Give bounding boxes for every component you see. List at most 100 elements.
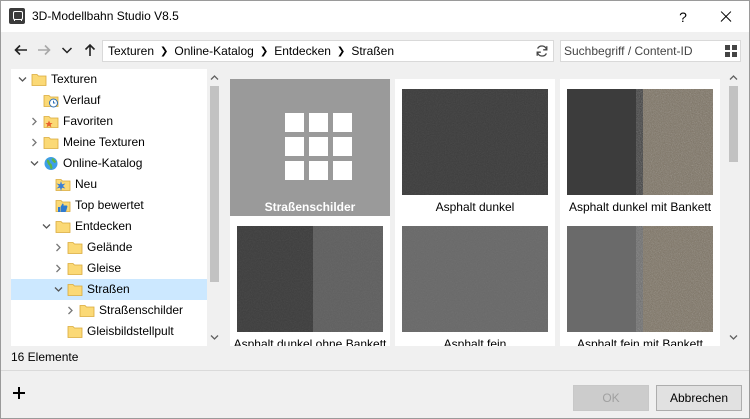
chevron-right-icon[interactable]	[52, 258, 64, 279]
scroll-down-icon[interactable]	[729, 333, 738, 342]
tile-texture[interactable]: Asphalt dunkel mit Bankett	[560, 79, 720, 221]
tree-scroll-thumb[interactable]	[210, 86, 219, 282]
recent-locations-button[interactable]	[57, 40, 77, 60]
tree-item-meine-texturen[interactable]: Meine Texturen	[11, 132, 207, 153]
tree-item-online-katalog[interactable]: Online-Katalog	[11, 153, 207, 174]
chevron-down-icon[interactable]	[40, 216, 52, 237]
scroll-down-icon[interactable]	[210, 333, 219, 342]
add-button[interactable]	[12, 386, 26, 400]
tree-item-verlauf[interactable]: Verlauf	[11, 90, 207, 111]
tree-item-favoriten[interactable]: Favoriten	[11, 111, 207, 132]
folder-icon	[67, 240, 83, 255]
chevron-down-icon[interactable]	[52, 279, 64, 300]
tree-item-entdecken[interactable]: Entdecken	[11, 216, 207, 237]
tree-item-label: Entdecken	[75, 219, 132, 233]
globe-icon	[43, 156, 59, 171]
tree-item-label: Straßen	[87, 282, 130, 296]
tree-item-label: Gleise	[87, 261, 122, 275]
arrow-up-icon	[84, 43, 96, 56]
address-bar[interactable]: Texturen ❯ Online-Katalog ❯ Entdecken ❯ Straße…	[102, 40, 554, 62]
window-title: 3D-Modellbahn Studio V8.5	[32, 9, 179, 23]
chevron-right-icon[interactable]: ❯	[160, 46, 168, 57]
texture-thumbnail	[402, 89, 548, 195]
dialog-window: 3D-Modellbahn Studio V8.5 ? Texturen ❯ Onl…	[0, 0, 750, 419]
folder-icon	[31, 72, 47, 87]
scroll-up-icon[interactable]	[729, 73, 738, 82]
tile-folder-street-signs[interactable]: Straßenschilder	[230, 79, 390, 221]
search-input[interactable]	[564, 43, 714, 59]
texture-thumbnail	[402, 226, 548, 332]
tile-texture[interactable]: Asphalt fein	[395, 216, 555, 346]
folder-thumbnail	[237, 89, 383, 195]
ok-button[interactable]: OK	[573, 385, 649, 411]
tree-item-straßen[interactable]: Straßen	[11, 279, 207, 300]
tree-item-top-bewertet[interactable]: Top bewertet	[11, 195, 207, 216]
chevron-right-icon[interactable]	[52, 237, 64, 258]
tree-item-label: Meine Texturen	[63, 135, 145, 149]
star-folder-icon	[43, 114, 59, 129]
search-box[interactable]	[560, 40, 741, 62]
breadcrumb-item-streets[interactable]: Straßen	[351, 44, 394, 58]
navigation-bar: Texturen ❯ Online-Katalog ❯ Entdecken ❯ Straße…	[1, 32, 749, 69]
texture-thumbnail	[567, 226, 713, 332]
tree-item-label: Gleisbildstellpult	[87, 324, 174, 338]
chevron-down-icon	[61, 47, 73, 54]
history-icon	[43, 93, 59, 108]
tree-item-straßenschilder[interactable]: Straßenschilder	[11, 300, 207, 321]
tile-texture[interactable]: Asphalt dunkel	[395, 79, 555, 221]
tile-label: Asphalt dunkel mit Bankett	[568, 200, 712, 214]
tile-label: Asphalt fein mit Bankett	[576, 337, 704, 346]
refresh-button[interactable]	[535, 44, 549, 58]
tree-item-label: Texturen	[51, 72, 98, 86]
app-icon	[9, 8, 25, 24]
back-button[interactable]	[11, 40, 31, 60]
chevron-right-icon[interactable]: ❯	[337, 46, 345, 57]
tree-item-neu[interactable]: Neu	[11, 174, 207, 195]
tree-item-label: Top bewertet	[75, 198, 144, 212]
chevron-right-icon[interactable]: ❯	[260, 46, 268, 57]
tile-label: Asphalt dunkel	[435, 200, 515, 214]
tree-item-label: Neu	[75, 177, 98, 191]
breadcrumb-item-online-catalog[interactable]: Online-Katalog	[174, 44, 253, 58]
arrow-right-icon	[38, 44, 51, 56]
forward-button[interactable]	[34, 40, 54, 60]
new-star-icon	[55, 177, 71, 192]
folder-icon	[55, 219, 71, 234]
chevron-right-icon[interactable]	[64, 300, 76, 321]
folder-icon	[67, 282, 83, 297]
chevron-right-icon[interactable]	[28, 132, 40, 153]
breadcrumb: Texturen ❯ Online-Katalog ❯ Entdecken ❯ Straße…	[108, 44, 394, 58]
view-toggle-icon[interactable]	[725, 45, 737, 57]
divider	[1, 370, 749, 371]
up-button[interactable]	[80, 40, 100, 60]
tree-item-label: Verlauf	[63, 93, 101, 107]
help-button[interactable]: ?	[667, 5, 699, 29]
grid-scroll-thumb[interactable]	[729, 86, 738, 162]
tree-item-label: Favoriten	[63, 114, 114, 128]
chevron-right-icon[interactable]	[28, 111, 40, 132]
tree-item-gleise[interactable]: Gleise	[11, 258, 207, 279]
grid-icon	[285, 113, 353, 181]
folder-icon	[43, 135, 59, 150]
breadcrumb-item-textures[interactable]: Texturen	[108, 44, 154, 58]
texture-thumbnail	[237, 226, 383, 332]
grid-scrollbar[interactable]	[726, 69, 741, 346]
tree-item-texturen[interactable]: Texturen	[11, 69, 207, 90]
tile-texture[interactable]: Asphalt fein mit Bankett	[560, 216, 720, 346]
title-bar: 3D-Modellbahn Studio V8.5 ?	[1, 1, 749, 32]
tree-item-gleisbildstellpult[interactable]: Gleisbildstellpult	[11, 321, 207, 342]
folder-icon	[79, 303, 95, 318]
breadcrumb-item-discover[interactable]: Entdecken	[274, 44, 331, 58]
folder-tree[interactable]: Texturen Verlauf Favoriten Meine Texturen On…	[11, 69, 222, 346]
tree-item-label: Straßenschilder	[99, 303, 184, 317]
tile-texture[interactable]: Asphalt dunkel ohne Bankett	[230, 216, 390, 346]
tile-label: Straßenschilder	[264, 200, 356, 214]
close-button[interactable]	[707, 5, 743, 29]
scroll-up-icon[interactable]	[210, 73, 219, 82]
chevron-down-icon[interactable]	[28, 153, 40, 174]
chevron-down-icon[interactable]	[16, 69, 28, 90]
tree-scrollbar[interactable]	[207, 69, 222, 346]
tree-item-gelände[interactable]: Gelände	[11, 237, 207, 258]
tree-item-label: Gelände	[87, 240, 133, 254]
cancel-button[interactable]: Abbrechen	[656, 385, 742, 411]
